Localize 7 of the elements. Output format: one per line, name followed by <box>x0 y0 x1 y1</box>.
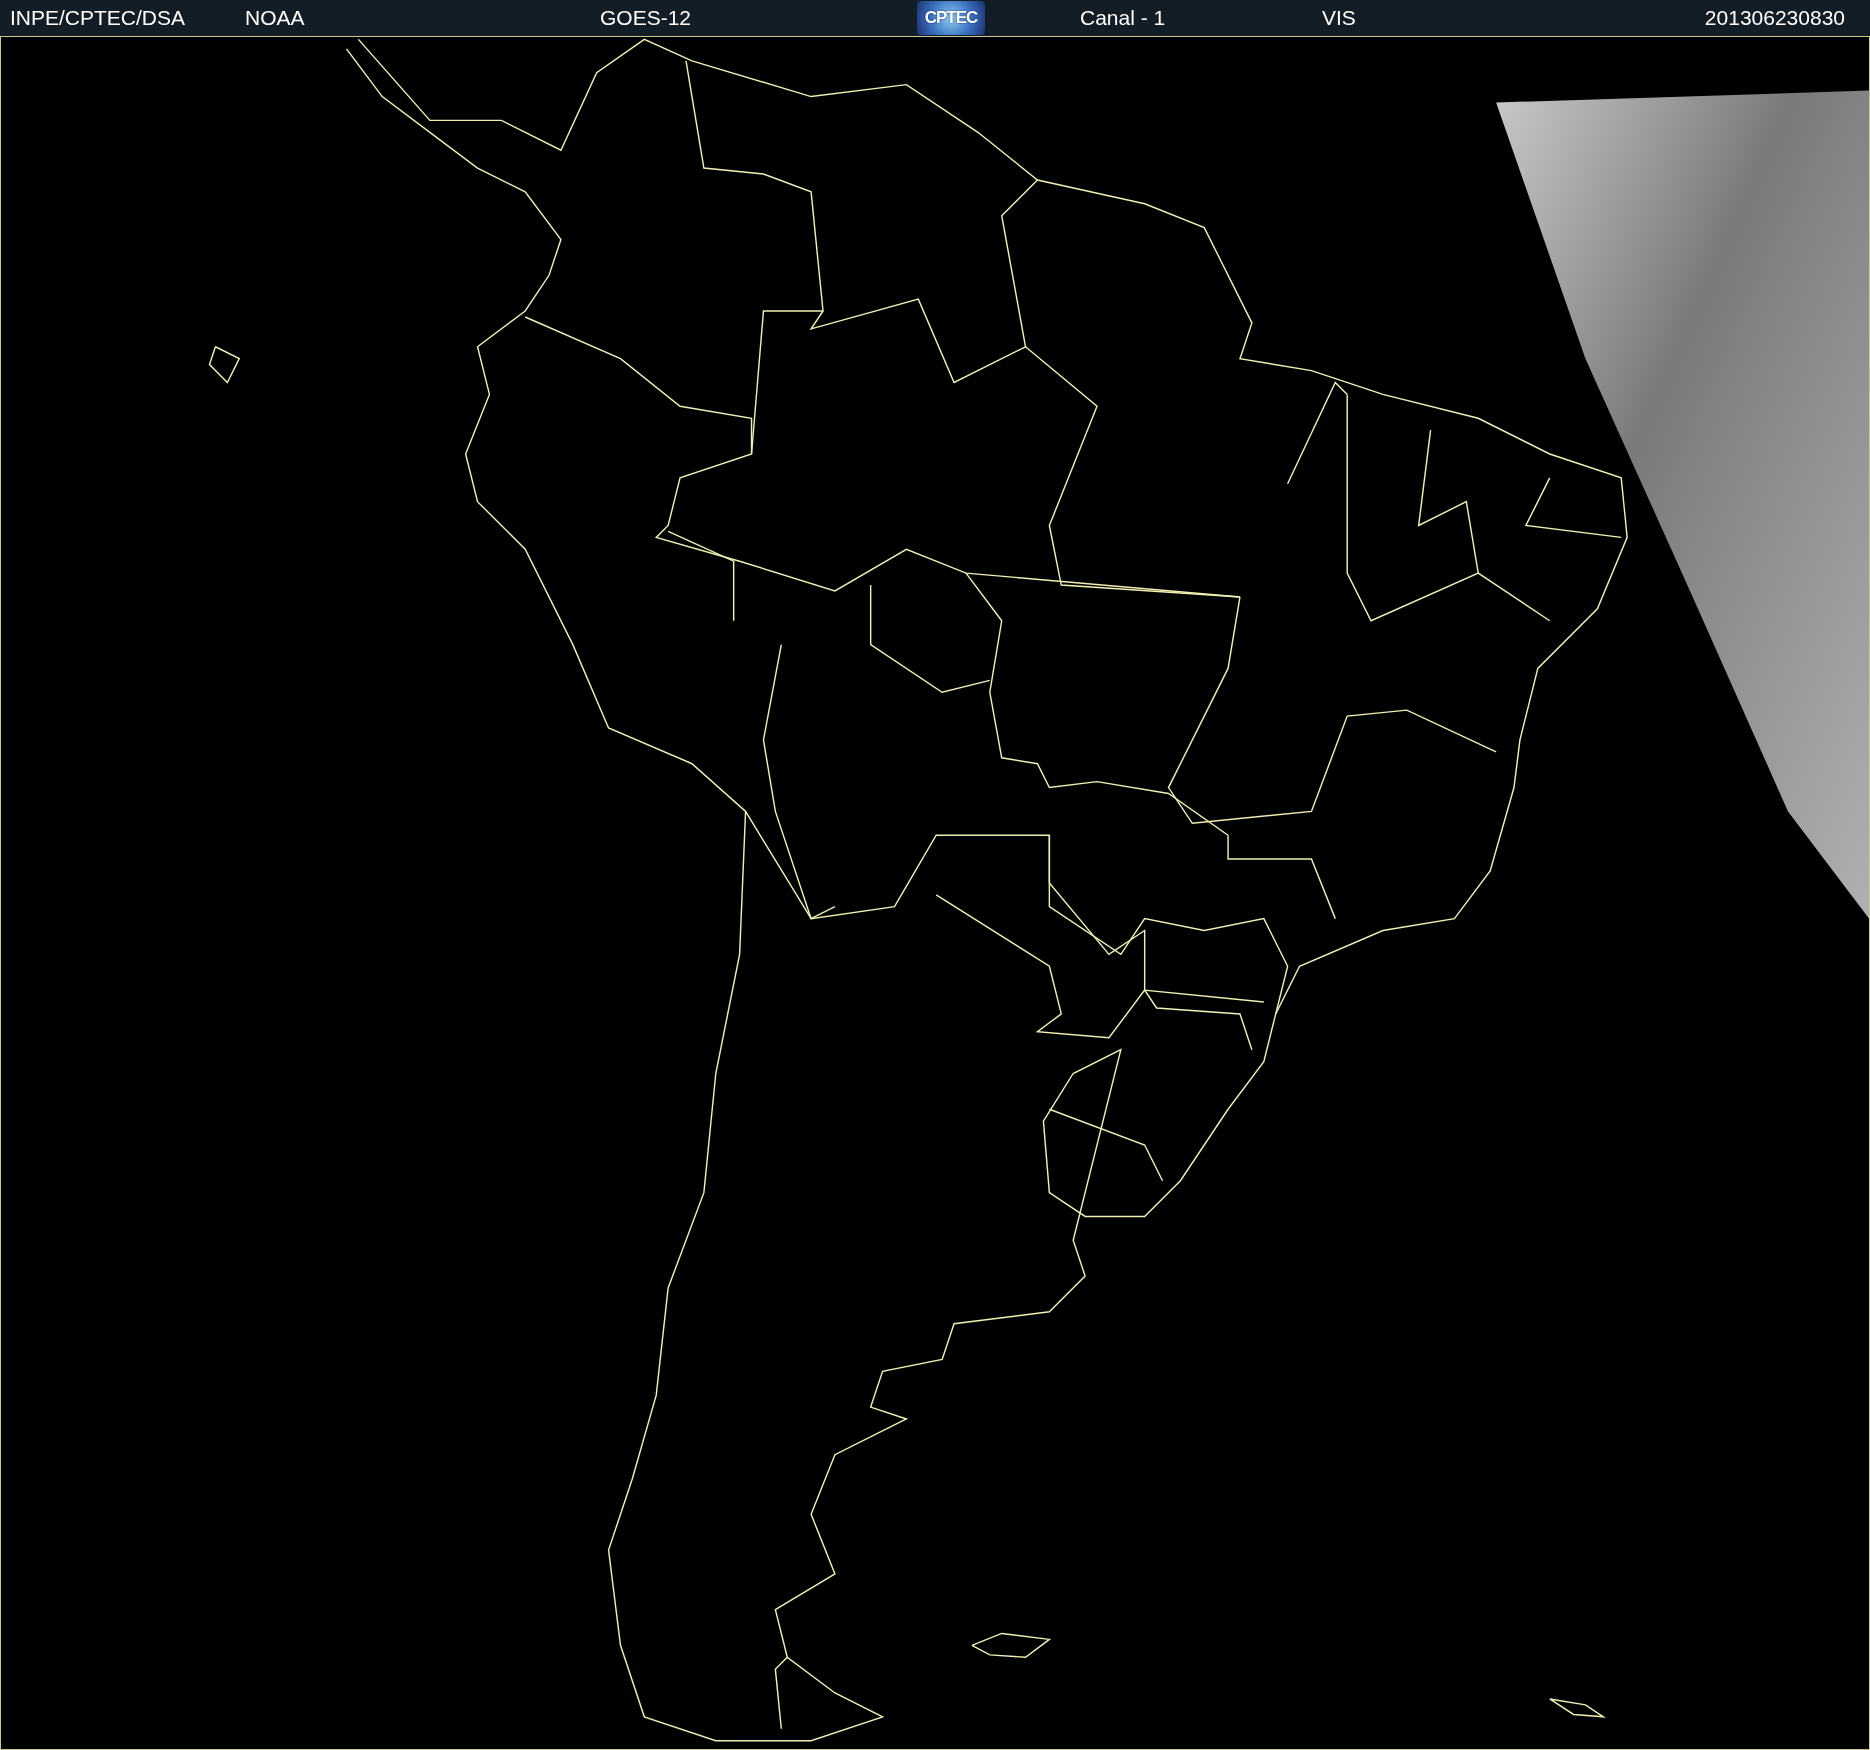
channel-label: Canal - 1 <box>1080 6 1166 30</box>
logo: CPTEC <box>917 1 985 35</box>
satellite-label: GOES-12 <box>600 6 692 30</box>
band-label: VIS <box>1322 6 1356 30</box>
agency-label: NOAA <box>245 6 305 30</box>
source-label: INPE/CPTEC/DSA <box>10 6 186 30</box>
timestamp-label: 201306230830 <box>1704 6 1845 30</box>
